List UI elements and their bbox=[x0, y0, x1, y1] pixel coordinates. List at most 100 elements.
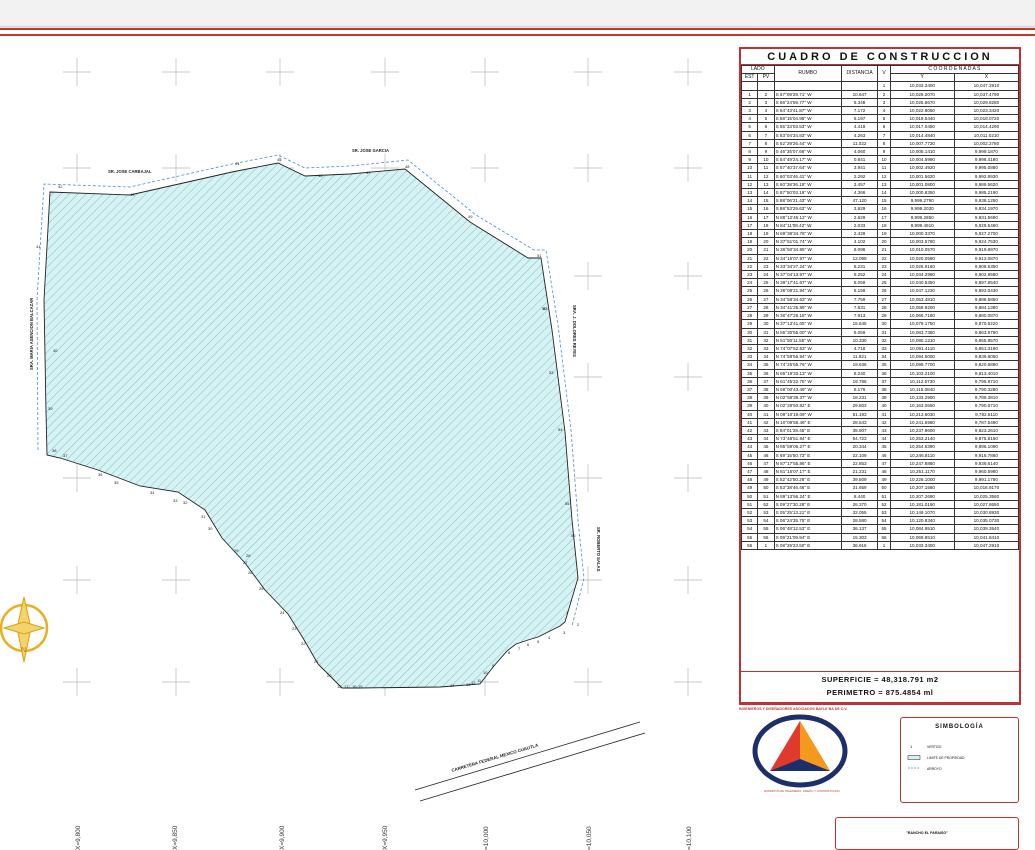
col-rumbo: RUMBO bbox=[773, 64, 842, 83]
table-row: 23S 66°24'59.77" W 8.348 3 10,025.8670 10,02… bbox=[740, 97, 1020, 108]
cell: 7 bbox=[877, 130, 891, 140]
cell: 42 bbox=[757, 417, 775, 427]
cell: 15 bbox=[877, 196, 891, 206]
cell: 9,863.9790 bbox=[953, 327, 1020, 337]
cell: S 60°03'46.41" W bbox=[773, 171, 842, 181]
cell: 14 bbox=[740, 196, 759, 206]
cell: 29.803 bbox=[840, 401, 879, 411]
cell: 9,919.8970 bbox=[953, 245, 1020, 255]
cell: 9,995.0880 bbox=[953, 163, 1020, 173]
cell: 10,020.0580 bbox=[889, 253, 955, 263]
cell: N 88°12'46.12" W bbox=[773, 212, 842, 222]
cell: 10,047.1230 bbox=[889, 286, 955, 296]
vertex-label: 44 bbox=[235, 161, 240, 166]
table-row: 78S 52°29'26.44" W 11.022 8 10,007.7730 10,0… bbox=[740, 138, 1020, 149]
cell: 10,083.7380 bbox=[889, 327, 955, 337]
cell: 5 bbox=[877, 114, 891, 124]
cell: 10,025.3560 bbox=[953, 491, 1020, 501]
cell: 25 bbox=[740, 286, 759, 296]
vertex-label: 21 bbox=[314, 659, 319, 664]
cell: 35.907 bbox=[840, 425, 879, 436]
road-label: CARRETERA FEDERAL MEXICO CUAUTLA bbox=[451, 742, 540, 773]
table-row: 35 36 N 65°19'33.13" W 8.240 36 10,103.2100 9,… bbox=[740, 368, 1020, 378]
cell: 14 bbox=[757, 188, 775, 198]
cell: 36.916 bbox=[840, 540, 879, 550]
cell: 40 bbox=[877, 401, 891, 411]
cell: 36 bbox=[757, 368, 775, 378]
cell: 10,022.8050 bbox=[889, 106, 955, 116]
cell: 17 bbox=[757, 212, 775, 222]
cell: 9,924.7530 bbox=[953, 237, 1020, 247]
cell: S 52°42'50.26" E bbox=[773, 475, 842, 485]
table-row: 1 10,033.3400 10,047.2910 bbox=[740, 81, 1020, 91]
cell: 42 bbox=[877, 417, 891, 427]
cell: 7 bbox=[740, 138, 759, 149]
cell: 18 bbox=[740, 229, 759, 239]
table-row: 25 26 N 36°08'21.94" W 8.158 26 10,047.1230 9,… bbox=[740, 286, 1020, 296]
cell: 5 bbox=[740, 122, 759, 132]
cell: 10,163.0650 bbox=[889, 401, 955, 411]
cell: 41 bbox=[740, 417, 759, 427]
cell: 17 bbox=[877, 212, 891, 222]
cell: 10,251.1170 bbox=[889, 466, 955, 477]
cell: 31 bbox=[757, 327, 775, 337]
vertex-label: 52 bbox=[543, 306, 548, 311]
cell: N 81°15'07.17" E bbox=[773, 466, 842, 477]
cell: 33 bbox=[877, 343, 891, 354]
cell: 10,133.2900 bbox=[889, 393, 955, 403]
cell: 51 bbox=[740, 499, 759, 509]
cell: 37 bbox=[877, 376, 891, 386]
table-row: 36 37 N 61°45'22.75" W 19.786 37 10,112.5730 9… bbox=[740, 376, 1020, 386]
cell: 31 bbox=[877, 327, 891, 337]
vertex-label: 10 bbox=[483, 670, 488, 675]
vertex-label: 3 bbox=[563, 630, 566, 635]
cell: 37 bbox=[740, 384, 759, 395]
cell: 10,112.5730 bbox=[889, 376, 955, 386]
cell: 10,084.9510 bbox=[889, 524, 955, 534]
cell: 24 bbox=[740, 278, 759, 288]
table-row: 16 17 N 88°12'46.12" W 2.629 17 9,999.2850 9,9… bbox=[740, 212, 1020, 222]
cell: 54 bbox=[877, 516, 891, 526]
cell: 9,820.8890 bbox=[953, 360, 1020, 370]
company-logo-icon bbox=[752, 714, 848, 788]
cell: 55 bbox=[740, 532, 759, 542]
cell: N 34°58'34.63" W bbox=[773, 294, 842, 304]
table-row: 40 41 N 09°10'19.09" W 51.193 41 10,213.6030 9… bbox=[740, 409, 1020, 419]
table-row: 15 16 S 88°53'29.63" W 3.929 16 9,999.2030 9,9… bbox=[740, 204, 1020, 214]
table-row: 19 20 N 37°51'01.74" W 4.102 20 10,003.5780 9,… bbox=[740, 237, 1020, 247]
table-row: 20 21 N 36°50'34.85" W 8.098 21 10,010.0570 9,… bbox=[740, 245, 1020, 255]
cell: 9 bbox=[757, 147, 775, 157]
cell: S 69°15'50.73" E bbox=[773, 450, 842, 460]
cell: 56 bbox=[877, 532, 891, 542]
cell: S 58°15'04.95" W bbox=[773, 114, 842, 124]
cell: 11.022 bbox=[840, 138, 879, 149]
legend-item-vertice: 1 VERTICE bbox=[907, 744, 942, 749]
x-axis-label: X=9,950 bbox=[382, 825, 389, 850]
table-row: 12S 67°09'29.71" W 10.647 2 10,029.2070 10,0… bbox=[740, 89, 1020, 99]
cell: 8 bbox=[757, 138, 775, 149]
cell: 3.457 bbox=[840, 179, 879, 190]
cell: 15.303 bbox=[840, 532, 879, 542]
cell: 33 bbox=[740, 352, 759, 362]
vertex-label: 54 bbox=[558, 427, 563, 432]
table-row: 44 45 N 85°59'06.27" E 20.344 45 10,254.6390 9… bbox=[740, 442, 1020, 452]
cell: 24 bbox=[877, 270, 891, 280]
cell: 55 bbox=[757, 524, 775, 534]
cell: 33 bbox=[757, 343, 775, 354]
cell: 9,991.1780 bbox=[953, 475, 1020, 485]
cell: 10,033.3400 bbox=[889, 81, 955, 91]
cell: 29 bbox=[877, 311, 891, 321]
vertex-label: 14 bbox=[450, 683, 455, 688]
cell: 10,005.1410 bbox=[889, 147, 955, 157]
cell: 10,035.0730 bbox=[953, 516, 1020, 526]
cell: 9,884.1380 bbox=[953, 302, 1020, 313]
cell: 55 bbox=[877, 524, 891, 534]
cell: 52 bbox=[757, 499, 775, 509]
cell: 9,893.0430 bbox=[953, 286, 1020, 296]
cell: 4 bbox=[757, 106, 775, 116]
cell: S 60°38'36.19" W bbox=[773, 179, 842, 190]
north-arrow-icon: N bbox=[0, 596, 49, 663]
x-axis-label: =10,000 bbox=[483, 826, 490, 850]
cell: 19 bbox=[877, 229, 891, 239]
cell: 28 bbox=[877, 302, 891, 313]
